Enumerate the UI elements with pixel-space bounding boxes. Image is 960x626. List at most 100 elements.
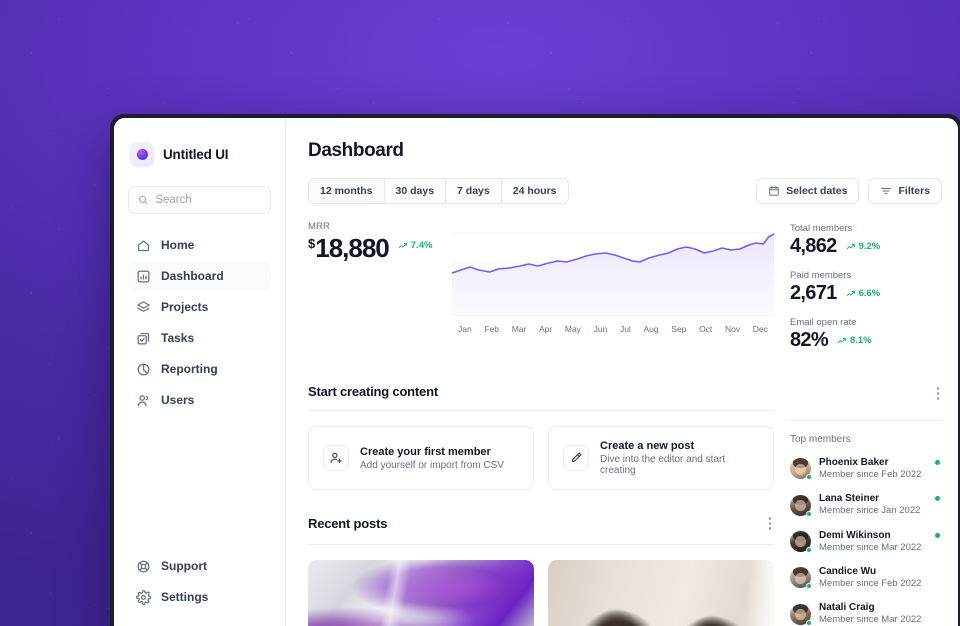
stat-trend-value: 9.2% <box>858 241 881 252</box>
brand-name: Untitled UI <box>163 146 229 162</box>
mrr-value: $18,880 <box>308 235 390 261</box>
mrr-chart[interactable]: Jan Feb Mar Apr May Jun Jul Aug Sep Oct <box>452 223 774 334</box>
tab-24-hours[interactable]: 24 hours <box>501 179 568 203</box>
stat-value: 2,671 <box>790 282 837 304</box>
sidebar-item-users[interactable]: Users <box>128 385 271 415</box>
post-card[interactable] <box>548 559 774 626</box>
app-window: Untitled UI Home Dashboard Projects Task… <box>110 114 960 626</box>
list-item[interactable]: Candice Wu Member since Feb 2022 <box>790 565 942 590</box>
sidebar-item-reporting[interactable]: Reporting <box>128 354 271 384</box>
sidebar-bottom-nav: Support Settings <box>128 551 271 620</box>
date-range-tabs: 12 months 30 days 7 days 24 hours <box>308 178 569 204</box>
sidebar-item-support[interactable]: Support <box>128 551 271 581</box>
list-item[interactable]: Natali Craig Member since Mar 2022 <box>790 601 942 626</box>
avatar <box>790 567 812 590</box>
create-section-header: Start creating content <box>308 384 774 411</box>
x-tick: Jul <box>619 324 631 334</box>
abstract-purple-glass-image <box>308 559 534 626</box>
pie-chart-icon <box>136 362 151 377</box>
stat-paid-members: Paid members 2,671 6.6% <box>790 270 942 304</box>
cta-subtitle: Add yourself or import from CSV <box>360 459 504 471</box>
content-left: Start creating content Create your first… <box>308 384 774 626</box>
member-since: Member since Feb 2022 <box>819 578 922 590</box>
mrr-currency: $ <box>308 236 315 251</box>
sidebar: Untitled UI Home Dashboard Projects Task… <box>114 118 286 626</box>
stat-trend-value: 6.6% <box>858 288 881 299</box>
list-item[interactable]: Demi Wikinson Member since Mar 2022 <box>790 529 942 554</box>
post-card[interactable] <box>308 559 534 626</box>
create-post-card[interactable]: Create a new post Dive into the editor a… <box>548 426 774 490</box>
trend-up-icon <box>846 290 855 296</box>
stat-trend: 8.1% <box>837 335 872 346</box>
member-name: Natali Craig <box>819 602 875 614</box>
divider <box>790 420 942 421</box>
tab-30-days[interactable]: 30 days <box>384 179 447 203</box>
x-tick: Sep <box>671 324 687 334</box>
brand: Untitled UI <box>128 142 271 166</box>
x-tick: Oct <box>699 324 713 334</box>
x-tick: Nov <box>724 324 741 334</box>
list-item[interactable]: Phoenix Baker Member since Feb 2022 <box>790 456 942 481</box>
stat-value: 82% <box>790 329 829 351</box>
posts-grid <box>308 559 774 626</box>
avatar <box>790 494 812 517</box>
check-square-icon <box>136 331 151 346</box>
search-field[interactable] <box>155 194 261 206</box>
lifebuoy-icon <box>136 559 151 574</box>
bar-chart-icon <box>136 269 151 284</box>
x-tick: Mar <box>511 324 527 334</box>
mrr-trend-value: 7.4% <box>410 240 433 251</box>
member-since: Member since Mar 2022 <box>819 541 922 553</box>
member-since: Member since Mar 2022 <box>819 614 922 626</box>
mrr-label: MRR <box>308 221 330 232</box>
tab-7-days[interactable]: 7 days <box>446 179 502 203</box>
tab-12-months[interactable]: 12 months <box>309 179 385 203</box>
create-section-title: Start creating content <box>308 384 438 399</box>
filters-button[interactable]: Filters <box>868 178 942 204</box>
calendar-icon <box>769 186 779 196</box>
sidebar-item-label: Dashboard <box>161 269 224 283</box>
layers-icon <box>136 300 151 315</box>
cta-grid: Create your first member Add yourself or… <box>308 426 774 490</box>
search-input[interactable] <box>128 186 271 214</box>
x-tick: Aug <box>643 324 659 334</box>
cta-title: Create your first member <box>360 445 491 458</box>
two-people-conversation-image <box>548 559 774 626</box>
avatar <box>790 603 812 626</box>
sidebar-nav: Home Dashboard Projects Tasks Reporting … <box>128 230 271 415</box>
purple-orb-icon <box>130 142 154 166</box>
stat-total-members: Total members 4,862 9.2% <box>790 223 942 257</box>
sidebar-item-home[interactable]: Home <box>128 230 271 260</box>
x-tick: Apr <box>538 324 553 334</box>
sidebar-item-projects[interactable]: Projects <box>128 292 271 322</box>
stat-label: Total members <box>790 223 853 234</box>
select-dates-button[interactable]: Select dates <box>756 178 860 204</box>
sidebar-item-label: Support <box>161 559 207 573</box>
sidebar-item-tasks[interactable]: Tasks <box>128 323 271 353</box>
list-item[interactable]: Lana Steiner Member since Jan 2022 <box>790 492 942 517</box>
stat-trend: 9.2% <box>846 241 881 252</box>
status-badge <box>935 496 940 502</box>
sidebar-item-label: Reporting <box>161 362 218 376</box>
metrics-row: MRR $18,880 7.4% Jan Feb Mar Apr May Jun… <box>308 221 942 364</box>
toolbar-buttons: Select dates Filters <box>756 178 942 204</box>
status-badge <box>935 460 940 465</box>
sidebar-item-dashboard[interactable]: Dashboard <box>128 261 271 291</box>
filter-lines-icon <box>881 188 892 194</box>
member-name: Lana Steiner <box>819 493 880 505</box>
sidebar-item-label: Projects <box>161 300 209 314</box>
dots-vertical-icon[interactable] <box>766 514 775 533</box>
trend-up-icon <box>846 243 855 249</box>
stats-column: Total members 4,862 9.2% Paid members 2,… <box>790 221 942 364</box>
create-member-card[interactable]: Create your first member Add yourself or… <box>308 426 534 490</box>
mrr-panel: MRR $18,880 7.4% Jan Feb Mar Apr May Jun… <box>308 221 774 334</box>
mrr-trend: 7.4% <box>398 240 433 251</box>
top-members-menu-icon[interactable] <box>934 384 943 403</box>
sidebar-item-label: Settings <box>161 590 209 604</box>
avatar <box>790 530 812 553</box>
home-icon <box>136 238 151 253</box>
recent-posts-header: Recent posts <box>308 514 774 545</box>
page-title: Dashboard <box>308 140 404 161</box>
sidebar-item-settings[interactable]: Settings <box>128 582 271 612</box>
member-name: Demi Wikinson <box>819 529 891 541</box>
